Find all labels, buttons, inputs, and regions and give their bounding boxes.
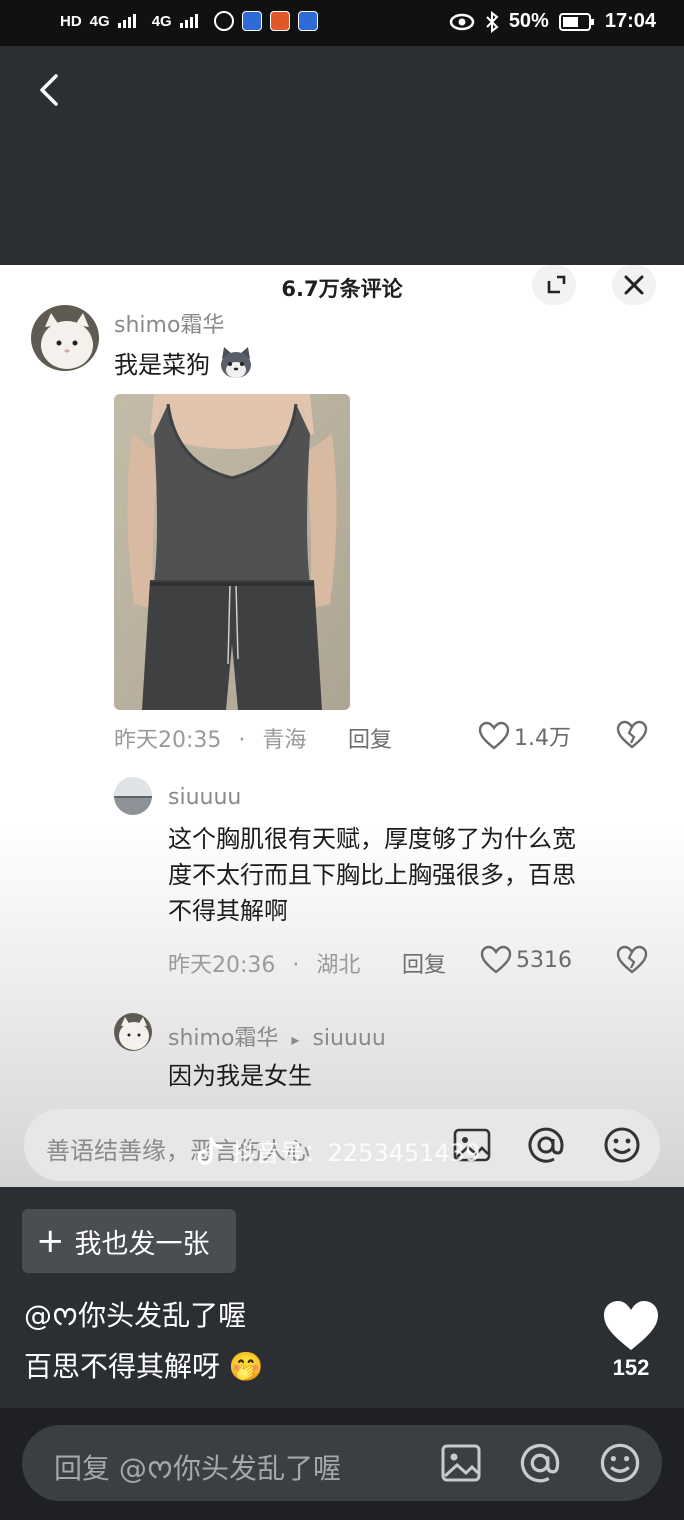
- reply-target-username[interactable]: siuuuu: [312, 1026, 385, 1051]
- emoji-icon[interactable]: [602, 1125, 642, 1165]
- comment-image[interactable]: [114, 394, 350, 710]
- post-photo-label: 我也发一张: [74, 1228, 210, 1260]
- comment-time: 昨天20:35: [114, 728, 222, 753]
- reply-button[interactable]: 回复: [348, 722, 392, 754]
- app-notification-icon: [241, 11, 262, 31]
- avatar[interactable]: [114, 777, 152, 815]
- watermark: 抖音号：2253451439: [196, 1133, 480, 1168]
- reply-location: 湖北: [316, 953, 361, 978]
- caption-text-content: 百思不得其解呀: [24, 1350, 221, 1383]
- expand-button[interactable]: [532, 265, 576, 305]
- network-label-1: 4G: [89, 12, 110, 30]
- image-icon[interactable]: [440, 1443, 482, 1483]
- expand-icon: [547, 275, 566, 294]
- reply-button[interactable]: 回复: [402, 947, 446, 979]
- reply-text: 这个胸肌很有天赋，厚度够了为什么宽 度不太行而且下胸比上胸强很多，百思 不得其解…: [168, 821, 658, 929]
- reply-username[interactable]: shimo霜华: [168, 1026, 278, 1051]
- like-button[interactable]: 5316: [480, 945, 572, 975]
- bluetooth-icon: [486, 10, 499, 33]
- like-button[interactable]: 1.4万: [478, 720, 571, 752]
- reply-time: 昨天20:36: [168, 953, 276, 978]
- avatar[interactable]: [114, 1013, 152, 1051]
- reply-text-line: 不得其解啊: [168, 897, 288, 925]
- like-count: 5316: [516, 947, 572, 973]
- emoji-icon[interactable]: [598, 1441, 642, 1485]
- at-mention-icon[interactable]: [518, 1441, 562, 1485]
- reply-to-arrow-icon: ▸: [291, 1030, 300, 1049]
- video-background: [0, 46, 684, 265]
- comment-text: 我是菜狗: [114, 345, 254, 383]
- dislike-broken-heart-icon[interactable]: [616, 720, 648, 750]
- heart-outline-icon: [478, 721, 510, 750]
- hd-indicator: HD: [60, 12, 82, 30]
- battery-icon: [558, 12, 594, 31]
- status-bar: HD 4G 4G 50% 17:04: [0, 0, 684, 46]
- post-like-count: 152: [612, 1355, 650, 1380]
- k-icon: [213, 11, 234, 31]
- comment-username[interactable]: shimo霜华: [114, 307, 224, 339]
- landscape-avatar-image: [114, 777, 152, 815]
- signal-icon-1: [117, 14, 144, 28]
- cat-avatar-image: [114, 1013, 152, 1051]
- watermark-text: 抖音号：2253451439: [231, 1139, 481, 1167]
- douyin-logo-icon: [197, 1137, 223, 1165]
- reply-meta: 昨天20:36 · 湖北: [168, 947, 360, 979]
- comment-text-content: 我是菜狗: [114, 351, 210, 379]
- meta-separator: ·: [238, 728, 246, 753]
- reply-username[interactable]: siuuuu: [168, 785, 241, 810]
- like-count: 1.4万: [514, 726, 571, 751]
- plus-icon: +: [36, 1221, 65, 1261]
- signal-icon-2: [179, 14, 206, 28]
- back-arrow-icon[interactable]: [32, 70, 72, 110]
- post-photo-button[interactable]: + 我也发一张: [22, 1209, 236, 1273]
- photo-content: [114, 394, 350, 710]
- reply-input-placeholder: 回复 @ᰔ你头发乱了喔: [54, 1452, 342, 1485]
- comment-sheet: 6.7万条评论 shimo霜华 我是菜狗 昨天20:35 · 青海 回复 1.4…: [0, 265, 684, 1187]
- close-icon: [624, 275, 644, 295]
- dislike-broken-heart-icon[interactable]: [616, 945, 648, 975]
- reply-text-line: 度不太行而且下胸比上胸强很多，百思: [168, 861, 576, 889]
- husky-emoji-icon: [220, 347, 251, 378]
- app-notification-icon: [297, 11, 318, 31]
- reply-text: 因为我是女生: [168, 1062, 312, 1090]
- meta-separator: ·: [292, 953, 300, 978]
- at-mention-icon[interactable]: [526, 1125, 566, 1165]
- reply-header: shimo霜华 ▸ siuuuu: [168, 1020, 386, 1052]
- status-left: HD 4G 4G: [60, 11, 318, 31]
- battery-percent: 50%: [508, 10, 549, 32]
- caption-text: 百思不得其解呀 🤭: [24, 1345, 264, 1385]
- eye-icon: [449, 13, 475, 30]
- like-heart-icon[interactable]: [602, 1298, 660, 1354]
- status-right: 50% 17:04: [449, 10, 656, 33]
- app-notification-icon: [269, 11, 290, 31]
- reply-text-line: 这个胸肌很有天赋，厚度够了为什么宽: [168, 825, 576, 853]
- avatar[interactable]: [31, 305, 99, 371]
- hand-over-mouth-emoji: 🤭: [228, 1350, 264, 1383]
- comment-location: 青海: [262, 728, 307, 753]
- close-button[interactable]: [612, 265, 656, 305]
- comment-count-title: 6.7万条评论: [281, 277, 403, 301]
- heart-outline-icon: [480, 945, 512, 974]
- clock: 17:04: [604, 10, 656, 32]
- comment-meta: 昨天20:35 · 青海: [114, 722, 306, 754]
- caption-author[interactable]: @ᰔ你头发乱了喔: [24, 1294, 246, 1338]
- reply-input[interactable]: 回复 @ᰔ你头发乱了喔: [22, 1425, 662, 1501]
- cat-avatar-image: [31, 305, 99, 371]
- network-label-2: 4G: [151, 12, 172, 30]
